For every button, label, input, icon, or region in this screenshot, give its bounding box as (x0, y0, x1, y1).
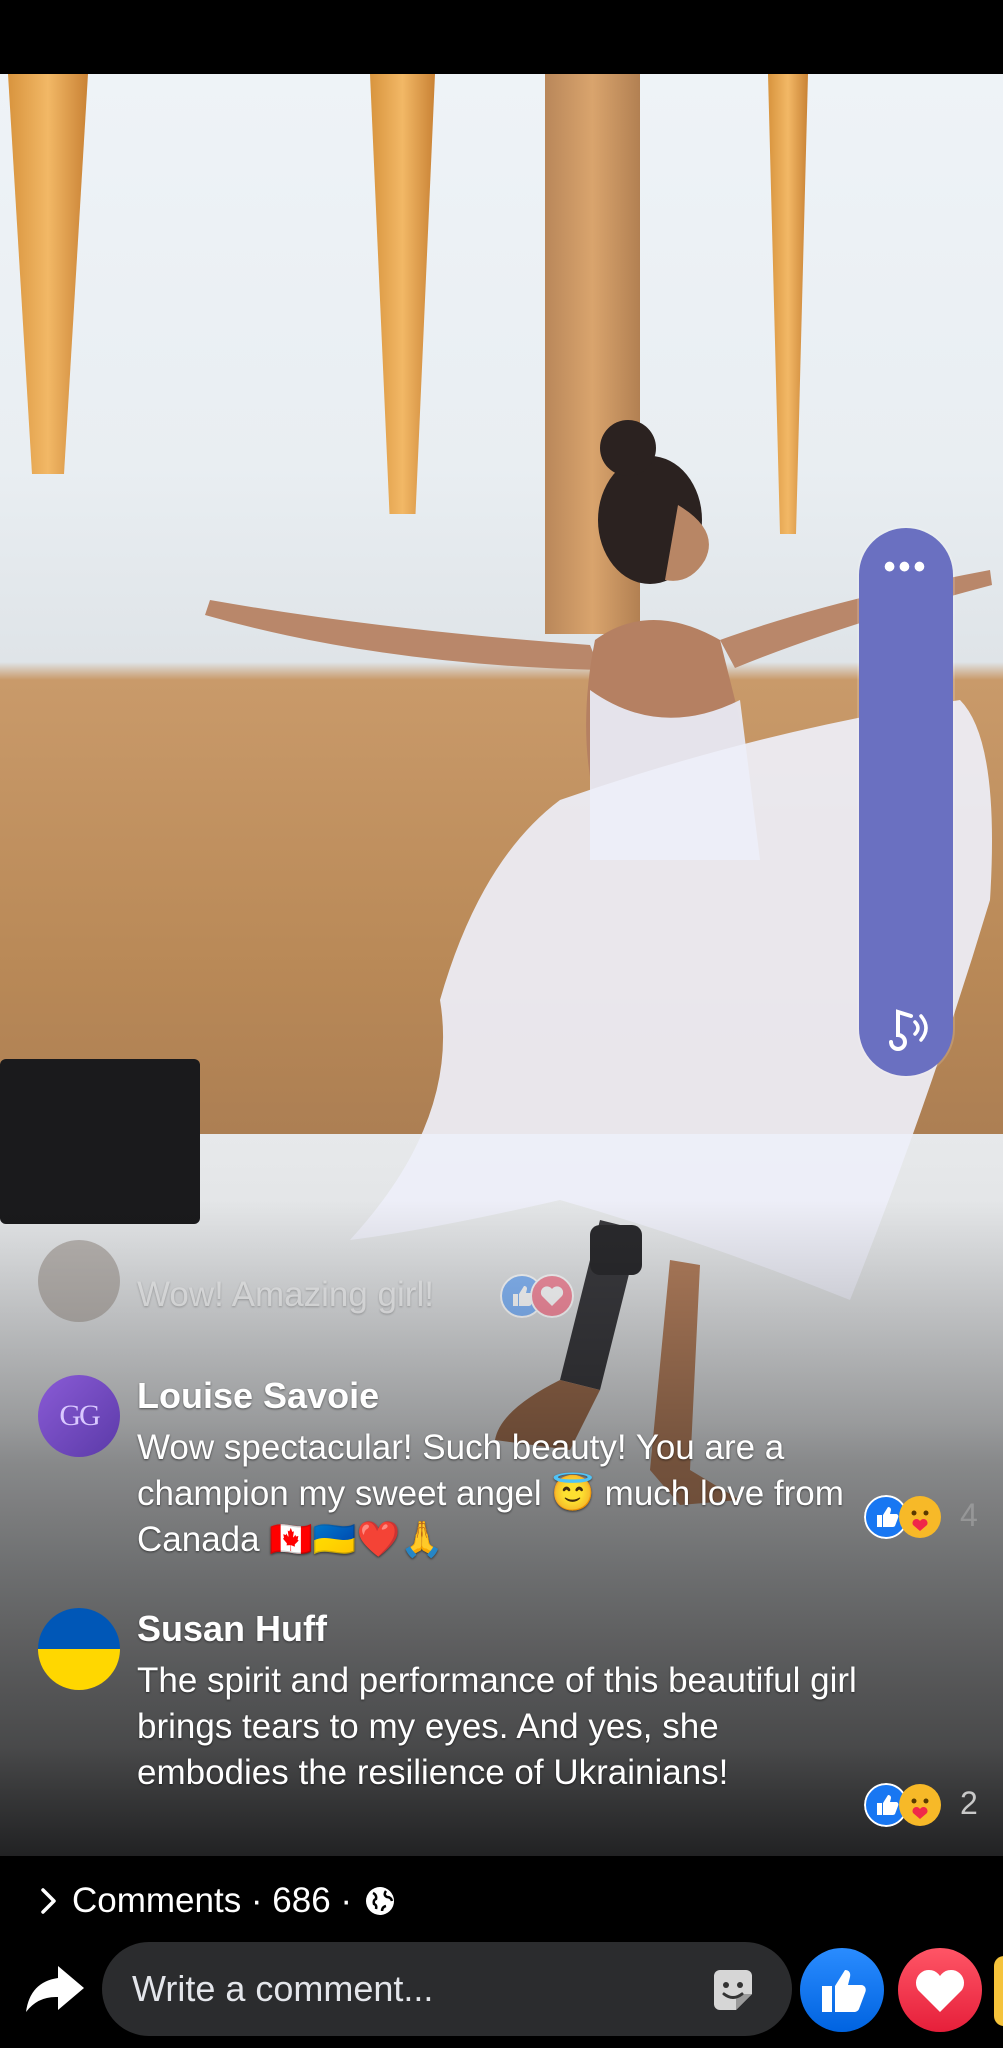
comments-toggle[interactable]: Comments · 686 · (38, 1876, 396, 1926)
side-panel[interactable]: ••• (859, 528, 953, 1076)
like-icon (822, 1970, 866, 2012)
comment-text: The spirit and performance of this beaut… (137, 1661, 857, 1792)
share-icon[interactable] (22, 1956, 88, 2022)
comment-text: Wow! Amazing girl! (137, 1275, 434, 1314)
avatar (38, 1240, 120, 1322)
avatar: GG (38, 1375, 120, 1457)
comment-input-placeholder: Write a comment... (132, 1968, 434, 2009)
comment-author[interactable]: Susan Huff (137, 1608, 327, 1650)
avatar (38, 1608, 120, 1690)
care-icon (899, 1784, 941, 1826)
comment-text: Wow spectacular! Such beauty! You are a … (137, 1428, 844, 1559)
comment: Wow! Amazing girl! (0, 1240, 1003, 1330)
comment: Susan Huff The spirit and performance of… (0, 1608, 1003, 1848)
reaction-count: 2 (960, 1785, 978, 1821)
avatar-monogram: GG (59, 1399, 100, 1432)
love-icon (530, 1274, 574, 1318)
globe-icon (366, 1887, 395, 1915)
comment-input[interactable]: Write a comment... (102, 1942, 792, 2036)
love-icon (915, 1969, 965, 2012)
reaction-count: 4 (960, 1497, 978, 1533)
music-sound-icon[interactable] (877, 998, 937, 1058)
comment: GG Louise Savoie Wow spectacular! Such b… (0, 1375, 1003, 1575)
chevron-right-icon (41, 1888, 56, 1914)
more-options-icon[interactable]: ••• (859, 548, 953, 587)
comments-count-label: Comments · 686 · (72, 1881, 353, 1920)
comment-author[interactable]: Louise Savoie (137, 1375, 379, 1417)
care-icon (899, 1496, 941, 1538)
bottom-bar: Comments · 686 · Write a comment... (0, 1856, 1003, 2048)
more-reactions-button[interactable] (994, 1956, 1003, 2026)
sticker-icon[interactable] (708, 1966, 758, 2016)
like-button[interactable] (800, 1948, 884, 2032)
love-button[interactable] (898, 1948, 982, 2032)
